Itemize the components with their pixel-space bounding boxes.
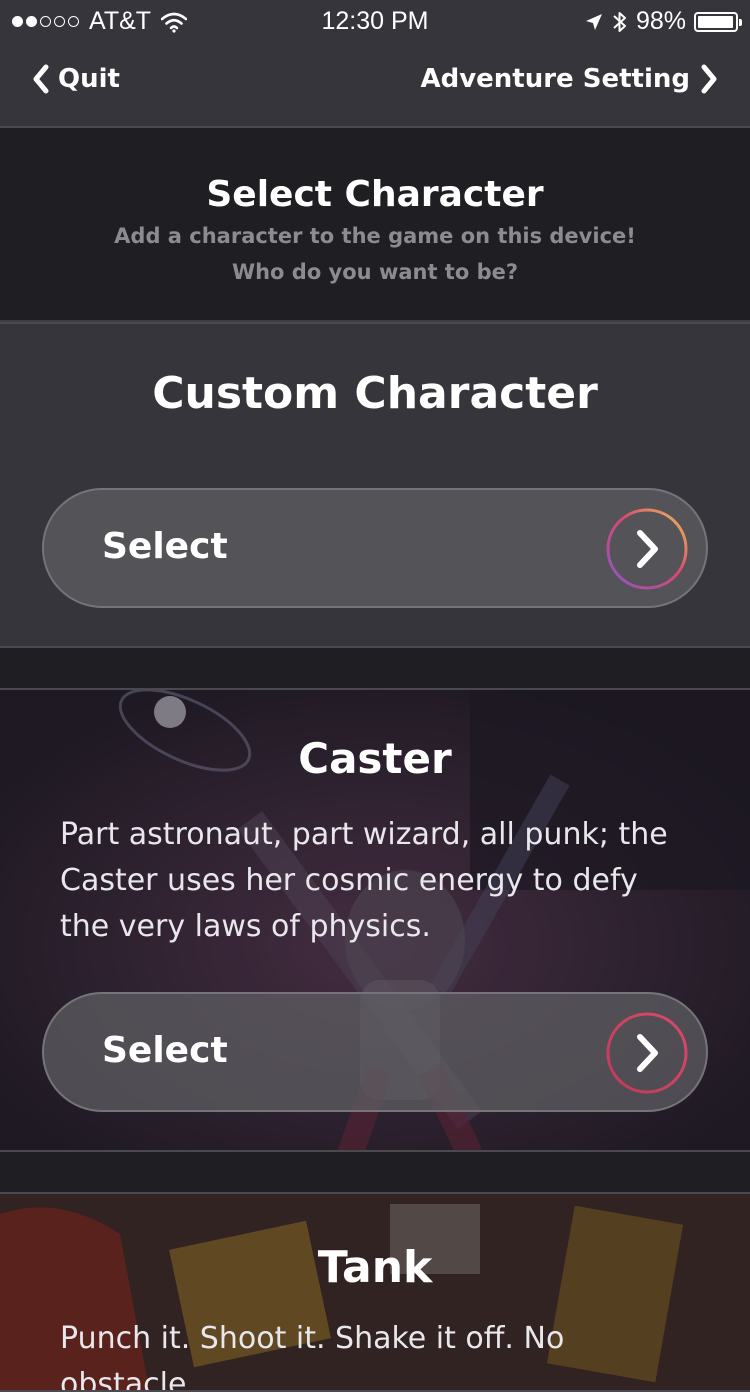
page-subtitle-line-1: Add a character to the game on this devi… [114,224,636,248]
quit-label: Quit [58,64,120,94]
caster-description: Part astronaut, part wizard, all punk; t… [60,817,668,944]
tank-title: Tank [317,1242,433,1293]
page-header: Select Character Add a character to the … [0,128,750,322]
custom-character-card: Custom Character Select [0,322,750,648]
page-subtitle-line-2: Who do you want to be? [231,260,519,284]
status-right: 98% [584,7,742,36]
status-bar: AT&T 12:30 PM 98% [0,0,750,40]
battery-percent: 98% [635,7,686,35]
caster-select-button[interactable]: Select [42,992,708,1112]
bluetooth-icon [613,11,626,32]
tank-description: Punch it. Shoot it. Shake it off. No obs… [60,1321,565,1392]
quit-button[interactable]: Quit [32,64,120,94]
select-label: Select [102,526,228,567]
chevron-right-circle-icon [606,1012,688,1094]
navigation-bar: Quit Adventure Setting [0,40,750,128]
tank-card: Tank Punch it. Shoot it. Shake it off. N… [0,1192,750,1392]
chevron-right-icon [701,64,717,94]
chevron-left-icon [33,64,49,94]
caster-card: Caster Part astronaut, part wizard, all … [0,688,750,1152]
custom-character-select-button[interactable]: Select [42,488,708,608]
chevron-right-circle-icon [606,508,688,590]
page-title: Select Character [206,174,544,215]
battery-icon [694,11,742,32]
location-arrow-icon [585,13,602,30]
adventure-setting-button[interactable]: Adventure Setting [420,64,718,94]
adventure-setting-label: Adventure Setting [420,64,690,94]
custom-character-title: Custom Character [152,368,598,419]
select-label: Select [102,1030,228,1071]
caster-title: Caster [298,734,452,783]
